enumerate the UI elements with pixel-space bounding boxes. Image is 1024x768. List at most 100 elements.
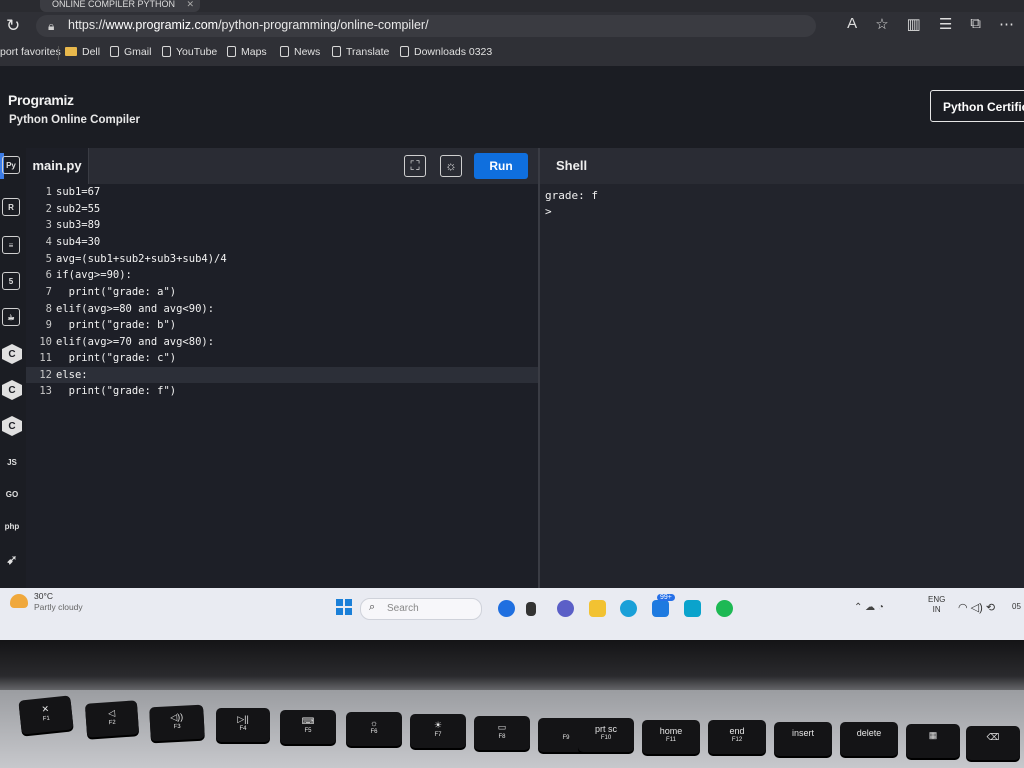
mail-icon[interactable]: [652, 600, 669, 617]
code-line[interactable]: 8 elif(avg>=80 and avg<90):: [26, 301, 538, 317]
code-line[interactable]: 13 print("grade: f"): [26, 383, 538, 399]
code-line[interactable]: 11 print("grade: c"): [26, 350, 538, 366]
code-text[interactable]: sub2=55: [56, 201, 100, 217]
js-icon[interactable]: JS: [2, 452, 22, 472]
favorite-gmail[interactable]: Gmail: [110, 46, 151, 58]
line-number: 3: [45, 219, 52, 231]
bing-icon[interactable]: [498, 600, 515, 617]
lock-icon[interactable]: 🔒︎: [48, 19, 54, 34]
code-line[interactable]: 5 avg=(sub1+sub2+sub3+sub4)/4: [26, 251, 538, 267]
code-line[interactable]: 10 elif(avg>=70 and avg<80):: [26, 334, 538, 350]
theme-toggle-icon[interactable]: ☼: [440, 155, 462, 177]
search-icon: ⌕: [369, 601, 376, 613]
code-line[interactable]: 2 sub2=55: [26, 201, 538, 217]
code-line[interactable]: 6 if(avg>=90):: [26, 267, 538, 283]
swift-icon[interactable]: ➹: [2, 550, 22, 570]
code-text[interactable]: sub3=89: [56, 217, 100, 233]
language-sidebar: Py R ≡ 5 ☕︎ C C C JS GO php ➹: [0, 148, 26, 588]
html-icon[interactable]: 5: [2, 272, 20, 290]
code-line[interactable]: 4 sub4=30: [26, 234, 538, 250]
clock[interactable]: 05: [1012, 602, 1021, 611]
favorite-star-icon[interactable]: ☆: [875, 15, 888, 33]
go-icon[interactable]: GO: [2, 484, 22, 504]
favorite-import[interactable]: port favorites: [0, 46, 61, 58]
code-line[interactable]: 9 print("grade: b"): [26, 317, 538, 333]
reload-icon[interactable]: ↻: [6, 16, 20, 36]
url-text: https://www.programiz.com/python-program…: [68, 18, 429, 32]
key-f1: ✕ F1: [18, 695, 74, 735]
browser-tab-title: ONLINE COMPILER PYTHON: [52, 0, 176, 9]
favorite-news[interactable]: News: [280, 46, 320, 58]
windows-start-icon[interactable]: [336, 599, 352, 615]
fullscreen-icon[interactable]: ⛶: [404, 155, 426, 177]
c-icon[interactable]: C: [2, 344, 22, 364]
favorite-translate[interactable]: Translate: [332, 46, 389, 58]
key-f2: ◁ F2: [84, 700, 140, 738]
php-icon[interactable]: php: [2, 516, 22, 536]
code-text[interactable]: print("grade: f"): [56, 383, 176, 399]
weather-icon[interactable]: [10, 594, 28, 608]
tray-overflow-icon[interactable]: ⌃ ☁︎ ◔: [854, 602, 884, 613]
edge-icon[interactable]: [620, 600, 637, 617]
file-tab-main[interactable]: main.py: [26, 148, 89, 184]
task-view-icon[interactable]: [526, 602, 536, 616]
code-line[interactable]: 7 print("grade: a"): [26, 284, 538, 300]
code-editor[interactable]: 1 sub1=67 2 sub2=55 3 sub3=89 4 sub4=30 5 avg…: [26, 184, 538, 588]
r-icon[interactable]: R: [2, 198, 20, 216]
line-number: 2: [45, 203, 52, 215]
close-icon[interactable]: ✕: [186, 0, 194, 9]
weather-condition[interactable]: Partly cloudy: [34, 602, 83, 612]
java-icon[interactable]: ☕︎: [2, 308, 20, 326]
code-text[interactable]: else:: [56, 367, 88, 383]
store-icon[interactable]: [684, 600, 701, 617]
search-placeholder: Search: [387, 603, 419, 614]
shell-output[interactable]: grade: f >: [540, 184, 1024, 588]
code-line-active[interactable]: 12 else:: [26, 367, 538, 383]
favorite-youtube[interactable]: YouTube: [162, 46, 217, 58]
code-text[interactable]: print("grade: b"): [56, 317, 176, 333]
favorite-dell[interactable]: Dell: [65, 46, 100, 58]
collections-icon[interactable]: ⧉: [970, 15, 981, 33]
url-field[interactable]: 🔒︎ https://www.programiz.com/python-prog…: [36, 15, 816, 37]
shell-output-text: grade: f >: [545, 189, 598, 218]
read-aloud-icon[interactable]: A: [847, 15, 857, 33]
code-text[interactable]: if(avg>=90):: [56, 267, 132, 283]
programiz-logo[interactable]: Programiz: [8, 92, 74, 108]
code-line[interactable]: 1 sub1=67: [26, 184, 538, 200]
more-icon[interactable]: ⋯: [999, 15, 1014, 33]
address-bar: ↻ 🔒︎ https://www.programiz.com/python-pr…: [0, 12, 1024, 40]
line-number: 10: [39, 336, 52, 348]
key-f3: ◁)) F3: [149, 704, 205, 742]
key-backspace: ⌫: [966, 726, 1020, 760]
teams-icon[interactable]: [557, 600, 574, 617]
network-volume-icon[interactable]: ◠ ◁) ⟲: [958, 601, 995, 614]
key-home: home F11: [642, 720, 700, 754]
weather-temperature[interactable]: 30°C: [34, 591, 53, 601]
csharp-icon[interactable]: C: [2, 416, 22, 436]
taskbar-search[interactable]: ⌕ Search: [360, 598, 482, 620]
sql-icon[interactable]: ≡: [2, 236, 20, 254]
favorite-maps[interactable]: Maps: [227, 46, 267, 58]
page-icon: [227, 46, 236, 57]
browser-tab[interactable]: ONLINE COMPILER PYTHON ✕: [40, 0, 200, 12]
code-text[interactable]: sub1=67: [56, 184, 100, 200]
split-screen-icon[interactable]: ▥: [907, 15, 921, 33]
cpp-icon[interactable]: C: [2, 380, 22, 400]
code-text[interactable]: avg=(sub1+sub2+sub3+sub4)/4: [56, 251, 227, 267]
code-text[interactable]: sub4=30: [56, 234, 100, 250]
file-explorer-icon[interactable]: [589, 600, 606, 617]
certification-button[interactable]: Python Certification: [930, 90, 1024, 122]
spotify-icon[interactable]: [716, 600, 733, 617]
favorite-downloads[interactable]: Downloads 0323: [400, 46, 492, 58]
code-text[interactable]: print("grade: a"): [56, 284, 176, 300]
code-text[interactable]: elif(avg>=80 and avg<90):: [56, 301, 214, 317]
code-line[interactable]: 3 sub3=89: [26, 217, 538, 233]
run-button[interactable]: Run: [474, 153, 528, 179]
code-text[interactable]: elif(avg>=70 and avg<80):: [56, 334, 214, 350]
favorites-list-icon[interactable]: ☰: [939, 15, 952, 33]
favorites-divider: [58, 46, 59, 60]
page-icon: [280, 46, 289, 57]
python-icon[interactable]: Py: [2, 156, 20, 174]
language-indicator[interactable]: ENG IN: [928, 595, 945, 615]
code-text[interactable]: print("grade: c"): [56, 350, 176, 366]
